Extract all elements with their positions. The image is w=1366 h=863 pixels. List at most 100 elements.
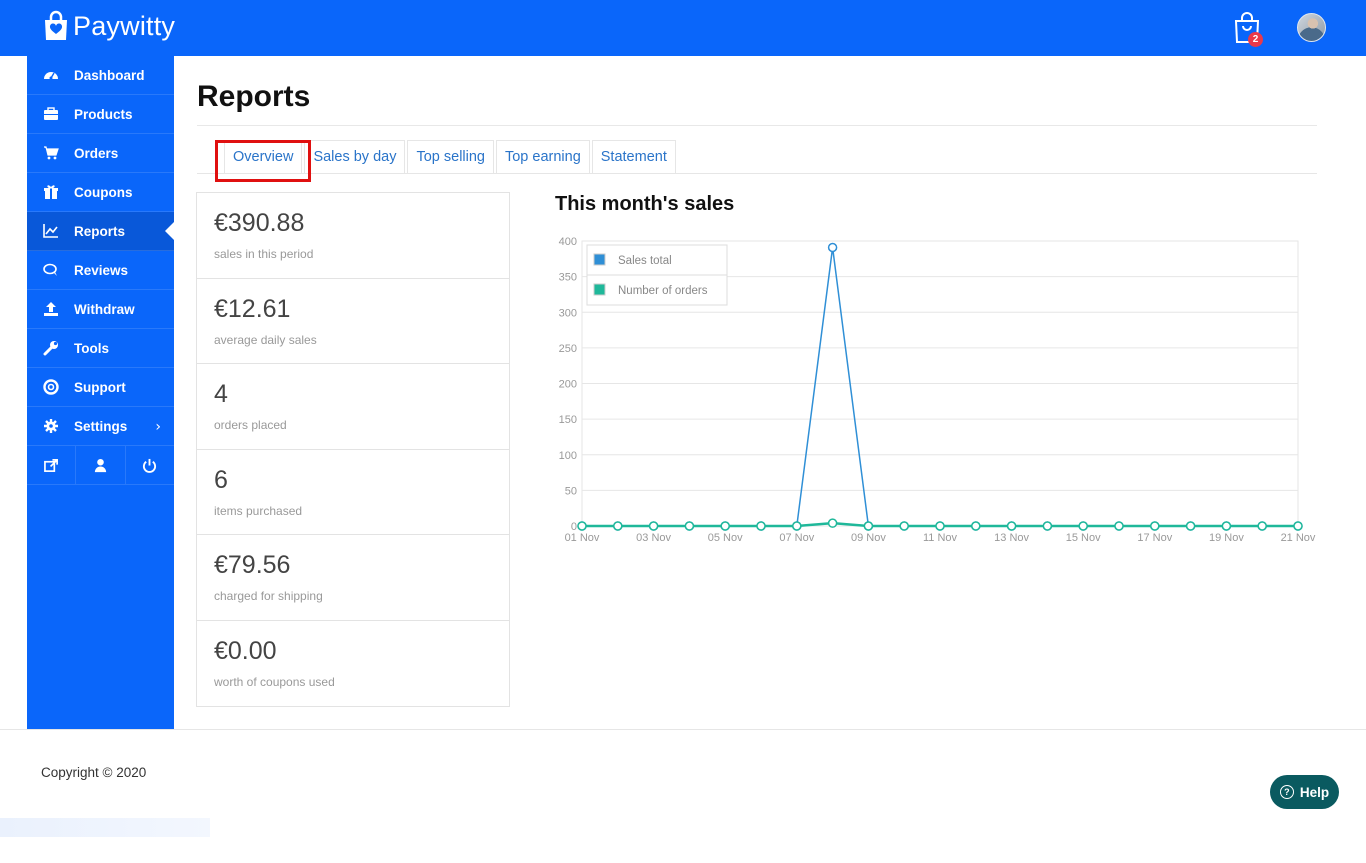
data-point [1114, 521, 1124, 531]
sidebar-item-settings[interactable]: Settings › [27, 407, 174, 446]
y-tick-label: 50 [565, 485, 577, 497]
legend-label: Number of orders [618, 285, 708, 297]
data-point [1221, 521, 1232, 531]
stat-label: items purchased [214, 503, 303, 518]
stat-sales-in-period: €390.88 sales in this period [197, 193, 509, 279]
stat-label: charged for shipping [214, 589, 323, 604]
stat-shipping-charged: €79.56 charged for shipping [197, 535, 509, 621]
power-icon [143, 458, 157, 473]
cart-count-badge: 2 [1248, 32, 1263, 47]
page-title: Reports [197, 80, 311, 113]
sidebar-item-tools[interactable]: Tools [27, 329, 174, 368]
sidebar-item-label: Support [74, 379, 126, 395]
x-tick-label: 01 Nov [565, 532, 600, 544]
data-point [1042, 521, 1053, 531]
x-tick-label: 15 Nov [1066, 532, 1101, 544]
upload-icon [42, 301, 60, 317]
data-point [1257, 521, 1267, 531]
data-point [1185, 521, 1196, 531]
tab-top-earning[interactable]: Top earning [495, 140, 590, 173]
x-tick-label: 13 Nov [994, 532, 1029, 544]
brand-name: Paywitty [73, 10, 176, 41]
y-tick-label: 350 [559, 272, 577, 284]
data-point [792, 521, 802, 531]
comments-icon [42, 262, 60, 278]
chart-line-icon [42, 223, 60, 239]
gift-icon [42, 184, 60, 200]
x-tick-label: 09 Nov [851, 532, 886, 544]
sidebar-item-reviews[interactable]: Reviews [27, 251, 174, 290]
stat-label: worth of coupons used [214, 674, 335, 689]
tab-highlight-box [215, 140, 311, 182]
data-point [827, 242, 838, 253]
sidebar-item-products[interactable]: Products [27, 95, 174, 134]
sidebar-item-support[interactable]: Support [27, 368, 174, 407]
sidebar-item-label: Reviews [74, 262, 129, 278]
profile-button[interactable] [76, 446, 126, 484]
question-icon: ? [1279, 785, 1294, 799]
y-tick-label: 250 [559, 343, 577, 355]
y-tick-label: 300 [559, 307, 577, 319]
external-link-icon [43, 458, 58, 472]
legend-label: Sales total [618, 255, 672, 267]
y-tick-label: 150 [559, 414, 577, 426]
help-label: Help [1299, 784, 1330, 800]
tabs-divider [197, 173, 1317, 174]
legend-swatch [593, 283, 606, 296]
stats-panel: €390.88 sales in this period €12.61 aver… [196, 192, 510, 707]
stat-value: 4 [214, 380, 228, 409]
help-button[interactable]: ? Help [1270, 775, 1339, 809]
tab-statement[interactable]: Statement [591, 140, 676, 173]
logout-button[interactable] [126, 446, 174, 484]
data-point [1006, 521, 1017, 531]
chart-title: This month's sales [555, 193, 735, 215]
tab-top-selling[interactable]: Top selling [407, 140, 494, 173]
stat-orders-placed: 4 orders placed [197, 364, 509, 450]
stat-items-purchased: 6 items purchased [197, 450, 509, 536]
y-tick-label: 200 [559, 379, 577, 391]
cart-icon [42, 145, 60, 161]
x-tick-label: 19 Nov [1209, 532, 1244, 544]
tab-sales-by-day[interactable]: Sales by day [304, 140, 406, 173]
sidebar-item-label: Orders [74, 145, 119, 161]
stat-label: sales in this period [214, 247, 314, 261]
x-tick-label: 17 Nov [1137, 532, 1172, 544]
sidebar-item-dashboard[interactable]: Dashboard [27, 56, 174, 95]
sidebar-item-label: Coupons [74, 184, 133, 200]
sales-line-chart: 05010015020025030035040001 Nov 03 Nov 05 N… [559, 236, 1316, 544]
y-tick-label: 400 [559, 236, 577, 248]
sidebar-item-label: Products [74, 106, 133, 122]
y-tick-label: 100 [559, 450, 577, 462]
sidebar-item-orders[interactable]: Orders [27, 134, 174, 173]
sidebar-item-reports[interactable]: Reports [27, 212, 174, 251]
sidebar-item-withdraw[interactable]: Withdraw [27, 290, 174, 329]
dashboard-icon [42, 67, 60, 83]
data-point [1293, 521, 1303, 531]
x-tick-label: 03 Nov [636, 532, 671, 544]
data-point [1078, 521, 1088, 531]
wrench-icon [42, 340, 60, 356]
data-point [684, 521, 695, 531]
data-point [720, 521, 730, 531]
data-point [899, 521, 909, 531]
external-link-button[interactable] [27, 446, 77, 484]
x-tick-label: 07 Nov [779, 532, 814, 544]
legend-swatch [593, 253, 606, 266]
brand-logo[interactable]: Paywitty [42, 10, 175, 42]
footer-divider [0, 729, 1366, 730]
data-point [1150, 521, 1160, 531]
stat-label: orders placed [214, 418, 287, 433]
sidebar-item-coupons[interactable]: Coupons [27, 173, 174, 212]
faint-banner [0, 818, 210, 837]
shopping-bag-logo-icon [45, 10, 67, 40]
user-avatar[interactable] [1297, 13, 1326, 42]
stat-value: 6 [214, 465, 228, 494]
user-icon [94, 458, 107, 472]
sidebar-item-label: Dashboard [74, 67, 145, 83]
data-point [577, 521, 587, 531]
data-point [971, 521, 981, 531]
top-bar: Paywitty 2 [0, 0, 1366, 56]
x-tick-label: 11 Nov [923, 532, 958, 544]
divider [197, 125, 1317, 126]
stat-label: average daily sales [214, 332, 317, 347]
